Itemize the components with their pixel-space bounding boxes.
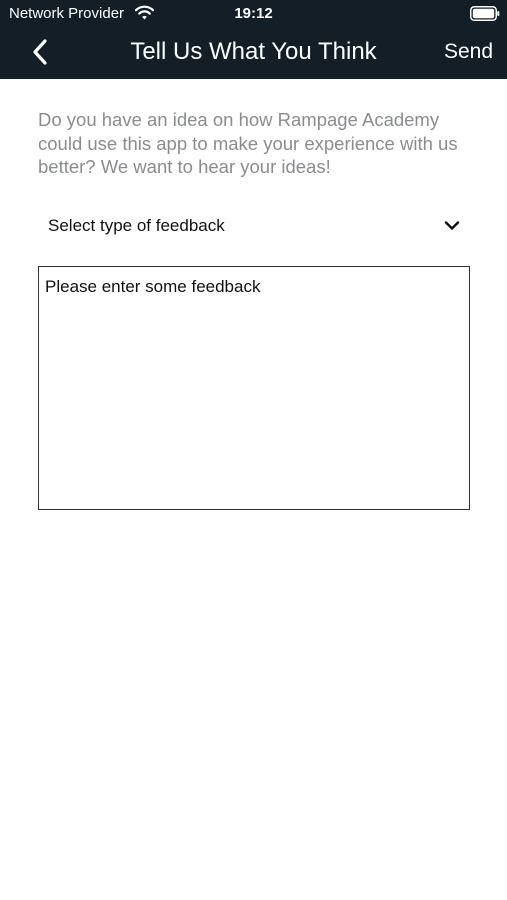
status-time: 19:12 <box>234 5 273 22</box>
feedback-type-label: Select type of feedback <box>48 216 225 235</box>
feedback-textarea[interactable] <box>38 266 470 510</box>
back-button[interactable] <box>24 34 56 70</box>
navigation-bar: Tell Us What You Think Send <box>0 28 507 79</box>
status-bar: Network Provider 19:12 <box>0 0 507 28</box>
header: Network Provider 19:12 Tell Us What You … <box>0 0 507 79</box>
feedback-screen: Network Provider 19:12 Tell Us What You … <box>0 0 507 900</box>
send-button[interactable]: Send <box>425 37 493 67</box>
intro-text: Do you have an idea on how Rampage Acade… <box>38 109 458 177</box>
page-title: Tell Us What You Think <box>130 38 377 65</box>
chevron-down-icon <box>444 221 460 230</box>
battery-icon <box>470 6 500 21</box>
chevron-left-icon <box>33 39 47 65</box>
feedback-type-dropdown[interactable]: Select type of feedback <box>38 203 470 249</box>
